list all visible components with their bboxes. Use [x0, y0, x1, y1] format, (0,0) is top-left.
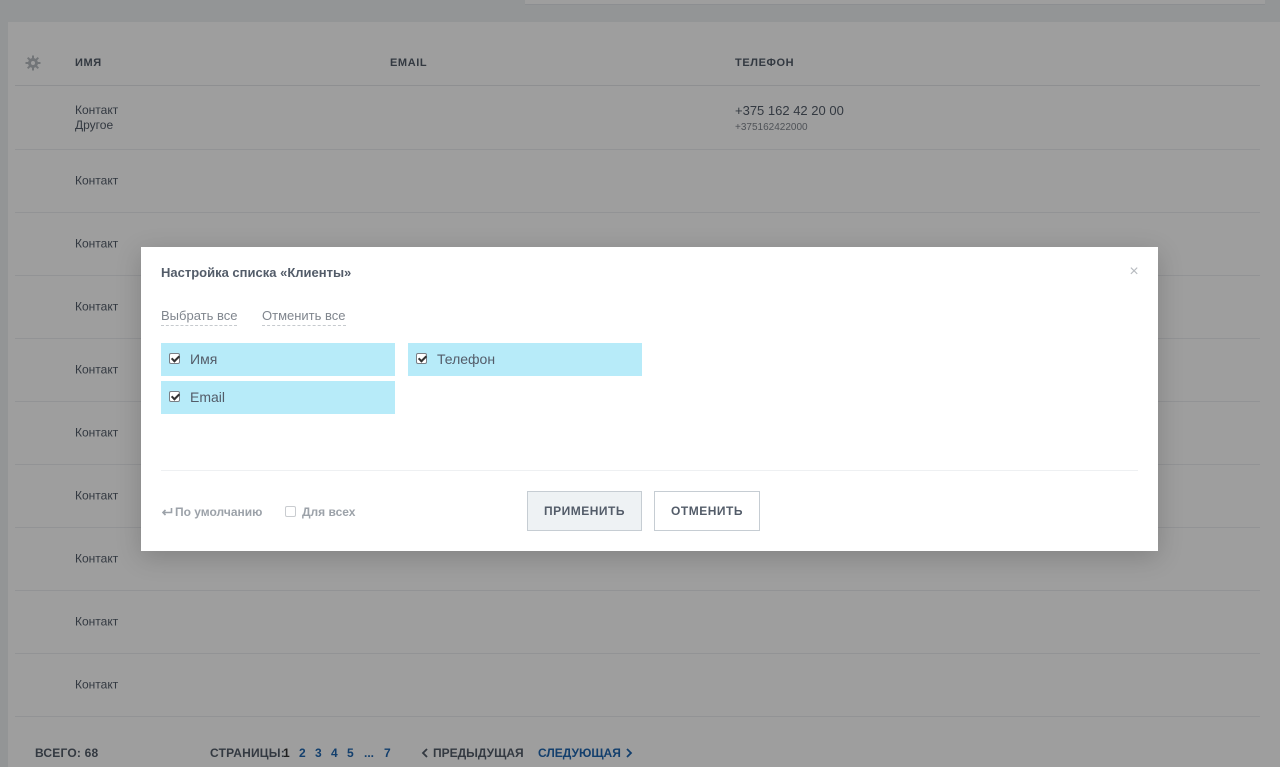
checkbox-checked-icon[interactable]: [169, 391, 180, 402]
reset-default-label: По умолчанию: [175, 505, 263, 519]
for-all-checkbox[interactable]: Для всех: [285, 505, 355, 519]
for-all-label: Для всех: [302, 505, 356, 519]
close-icon[interactable]: ×: [1127, 263, 1141, 281]
checkbox-checked-icon[interactable]: [169, 353, 180, 364]
reset-arrow-icon: [161, 508, 173, 516]
field-chip-label: Имя: [190, 351, 218, 367]
field-chip-email[interactable]: Email: [161, 381, 395, 414]
deselect-all-link[interactable]: Отменить все: [262, 308, 346, 326]
checkbox-checked-icon[interactable]: [416, 353, 427, 364]
checkbox-unchecked-icon[interactable]: [285, 506, 296, 517]
dialog-divider: [161, 470, 1138, 471]
cancel-button[interactable]: Отменить: [654, 491, 760, 531]
field-chip-phone[interactable]: Телефон: [408, 343, 642, 376]
reset-default-link[interactable]: По умолчанию: [161, 505, 262, 519]
field-chip-name[interactable]: Имя: [161, 343, 395, 376]
apply-button[interactable]: Применить: [527, 491, 642, 531]
field-chip-label: Email: [190, 389, 226, 405]
dialog-title: Настройка списка «Клиенты»: [161, 265, 352, 280]
select-all-link[interactable]: Выбрать все: [161, 308, 238, 326]
field-chip-label: Телефон: [437, 351, 496, 367]
list-settings-dialog: Настройка списка «Клиенты» × Выбрать все…: [141, 247, 1158, 551]
